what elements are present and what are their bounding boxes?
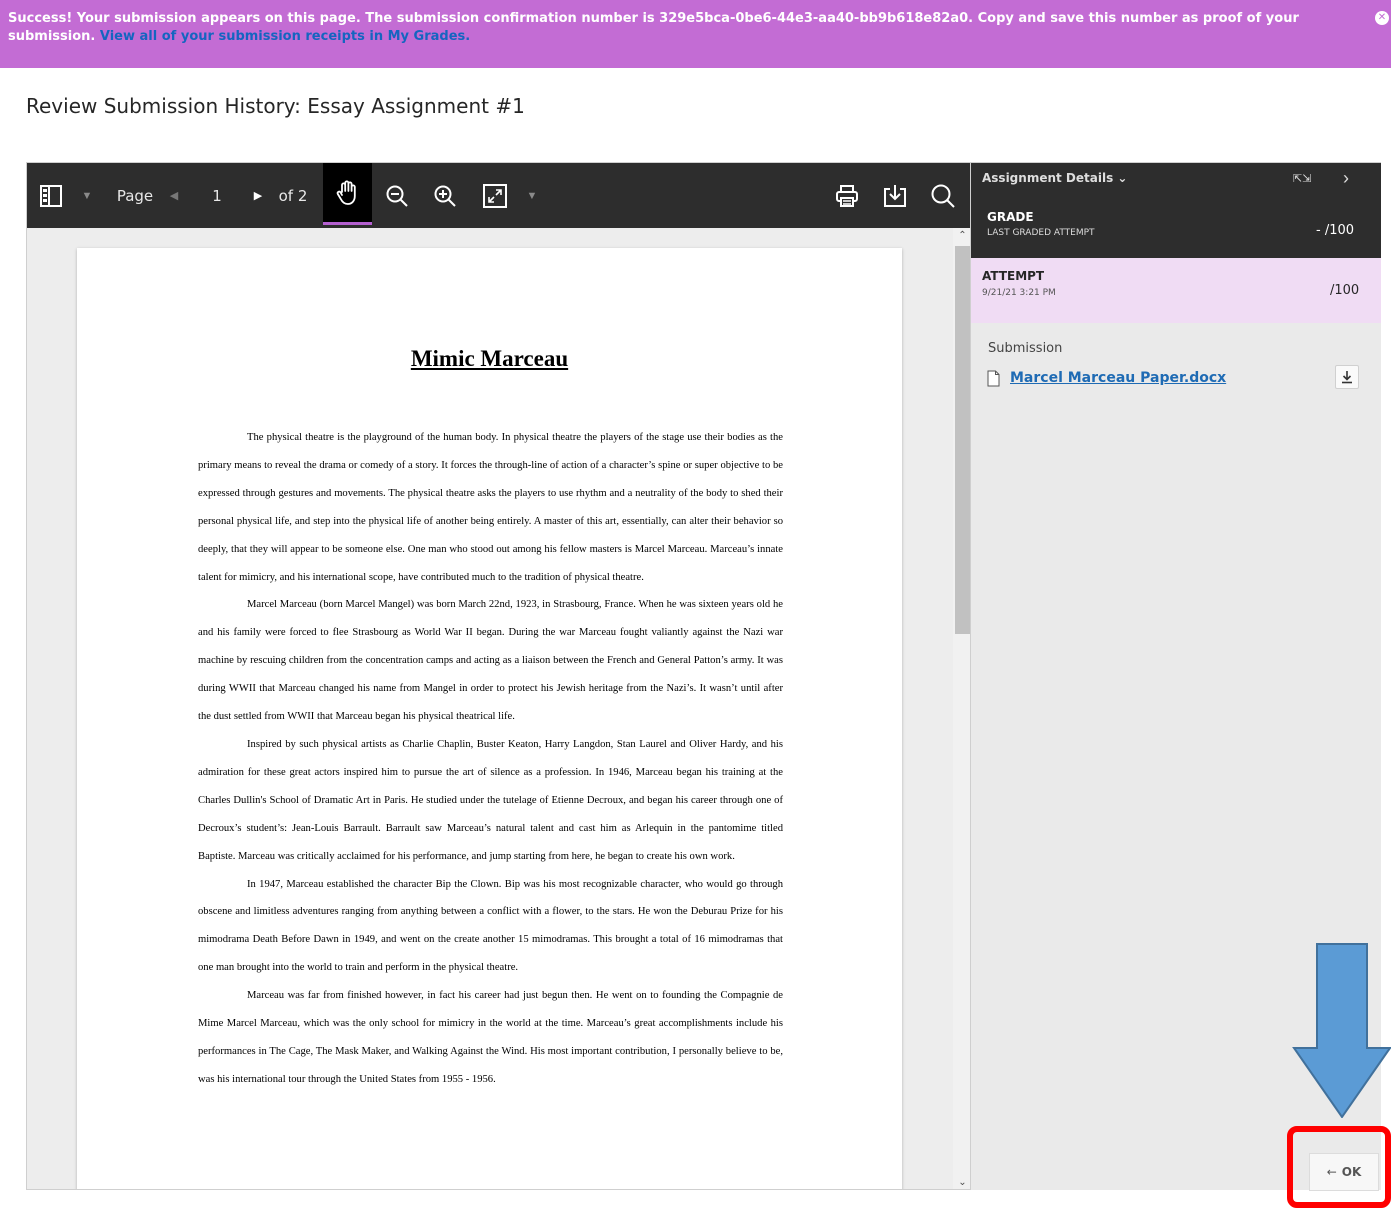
scrollbar-thumb[interactable] xyxy=(955,246,970,634)
page-total: of 2 xyxy=(278,186,308,205)
scroll-up-icon[interactable]: ⌃ xyxy=(953,228,970,244)
fit-page-icon[interactable] xyxy=(477,163,513,228)
attempt-score: /100 xyxy=(1330,283,1360,298)
document-paragraph: Marceau was far from finished however, i… xyxy=(198,990,783,1085)
annotation-arrow-icon xyxy=(1292,943,1391,1118)
assignment-details-dropdown[interactable]: Assignment Details ⌄ xyxy=(982,171,1127,185)
submission-file-link[interactable]: Marcel Marceau Paper.docx xyxy=(1010,370,1226,386)
viewer-toolbar: ▼ Page ◀ 1 ▶ of 2 ▼ xyxy=(27,163,970,228)
download-icon[interactable] xyxy=(877,163,913,228)
my-grades-link[interactable]: View all of your submission receipts in … xyxy=(100,29,470,44)
document-scrollbar[interactable]: ⌃ ⌄ xyxy=(953,228,970,1189)
print-icon[interactable] xyxy=(829,163,865,228)
page-label: Page xyxy=(116,186,154,205)
success-banner: Success! Your submission appears on this… xyxy=(0,0,1391,68)
grade-sublabel: LAST GRADED ATTEMPT xyxy=(987,228,1095,238)
zoom-out-icon[interactable] xyxy=(379,163,415,228)
document-paragraph: Inspired by such physical artists as Cha… xyxy=(198,738,783,862)
expand-icon[interactable]: ⇱⇲ xyxy=(1293,172,1311,185)
document-page-area[interactable]: Mimic Marceau The physical theatre is th… xyxy=(27,228,953,1189)
pan-hand-icon[interactable] xyxy=(323,163,372,225)
assignment-details-label: Assignment Details xyxy=(982,171,1114,185)
page-number-input[interactable]: 1 xyxy=(205,163,229,228)
chevron-down-icon: ⌄ xyxy=(1117,171,1128,185)
panel-header: Assignment Details ⌄ ⇱⇲ › GRADE LAST GRA… xyxy=(971,163,1381,258)
submission-label: Submission xyxy=(988,341,1063,356)
document-file-icon xyxy=(987,370,1000,386)
document-paragraph: In 1947, Marceau established the charact… xyxy=(198,878,783,974)
document-page: Mimic Marceau The physical theatre is th… xyxy=(77,248,902,1189)
previous-page-icon[interactable]: ◀ xyxy=(167,163,181,228)
grade-value: - /100 xyxy=(1316,223,1355,238)
grade-label: GRADE xyxy=(987,210,1034,224)
document-paragraph: Marcel Marceau (born Marcel Mangel) was … xyxy=(198,599,783,723)
annotation-highlight-box xyxy=(1287,1126,1391,1208)
document-paragraph: The physical theatre is the playground o… xyxy=(198,432,783,583)
zoom-in-icon[interactable] xyxy=(427,163,463,228)
attempt-label: ATTEMPT xyxy=(982,269,1045,283)
document-title: Mimic Marceau xyxy=(410,346,569,371)
fit-options-icon[interactable]: ▼ xyxy=(523,163,541,228)
document-body: The physical theatre is the playground o… xyxy=(198,424,783,1094)
attempt-date: 9/21/21 3:21 PM xyxy=(982,288,1056,298)
submission-file: Marcel Marceau Paper.docx xyxy=(987,367,1226,389)
download-file-button[interactable] xyxy=(1335,365,1359,389)
chevron-right-icon[interactable]: › xyxy=(1343,168,1349,189)
search-icon[interactable] xyxy=(925,163,961,228)
document-viewer: ▼ Page ◀ 1 ▶ of 2 ▼ Mimic Marceau The ph… xyxy=(26,162,971,1190)
page-title: Review Submission History: Essay Assignm… xyxy=(26,94,525,118)
sidebar-toggle-icon[interactable] xyxy=(35,163,67,228)
attempt-row[interactable]: ATTEMPT 9/21/21 3:21 PM /100 xyxy=(971,258,1381,323)
sidebar-options-icon[interactable]: ▼ xyxy=(77,163,97,228)
next-page-icon[interactable]: ▶ xyxy=(251,163,265,228)
download-arrow-icon xyxy=(1342,371,1352,384)
scroll-down-icon[interactable]: ⌄ xyxy=(953,1175,970,1189)
close-icon[interactable]: ✕ xyxy=(1375,11,1389,25)
